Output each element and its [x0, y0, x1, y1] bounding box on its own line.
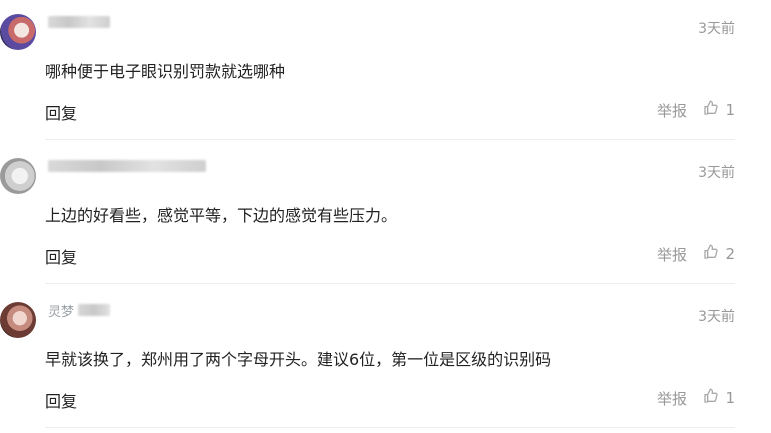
report-button[interactable]: 举报 — [657, 388, 687, 409]
like-button[interactable]: 1 — [703, 388, 735, 408]
avatar[interactable] — [0, 14, 36, 50]
like-count: 2 — [725, 245, 735, 263]
thumbs-up-icon — [703, 244, 719, 264]
username-blurred[interactable] — [48, 16, 110, 28]
comment-item: 3天前 哪种便于电子眼识别罚款就选哪种 回复 举报 1 — [0, 0, 771, 144]
reply-button[interactable]: 回复 — [45, 244, 77, 268]
username-partial[interactable]: 灵梦 — [48, 301, 74, 320]
comment-text: 早就该换了，郑州用了两个字母开头。建议6位，第一位是区级的识别码 — [45, 350, 552, 369]
like-count: 1 — [725, 389, 735, 407]
report-button[interactable]: 举报 — [657, 244, 687, 265]
comment-time: 3天前 — [698, 309, 735, 325]
comment-item: 3天前 上边的好看些，感觉平等，下边的感觉有些压力。 回复 举报 2 — [0, 144, 771, 288]
reply-button[interactable]: 回复 — [45, 388, 77, 412]
reply-button[interactable]: 回复 — [45, 100, 77, 124]
divider — [45, 283, 735, 284]
thumbs-up-icon — [703, 388, 719, 408]
comment-time: 3天前 — [698, 165, 735, 181]
divider — [45, 139, 735, 140]
report-button[interactable]: 举报 — [657, 100, 687, 121]
comment-text: 哪种便于电子眼识别罚款就选哪种 — [45, 62, 286, 81]
like-button[interactable]: 1 — [703, 100, 735, 120]
comment-text: 上边的好看些，感觉平等，下边的感觉有些压力。 — [45, 206, 398, 225]
divider — [45, 427, 735, 428]
username-blurred — [78, 304, 110, 316]
username-blurred[interactable] — [48, 160, 206, 172]
comment-item: 灵梦 3天前 早就该换了，郑州用了两个字母开头。建议6位，第一位是区级的识别码 … — [0, 288, 771, 432]
comment-time: 3天前 — [698, 21, 735, 37]
like-count: 1 — [725, 101, 735, 119]
thumbs-up-icon — [703, 100, 719, 120]
avatar[interactable] — [0, 302, 36, 338]
avatar[interactable] — [0, 158, 36, 194]
like-button[interactable]: 2 — [703, 244, 735, 264]
